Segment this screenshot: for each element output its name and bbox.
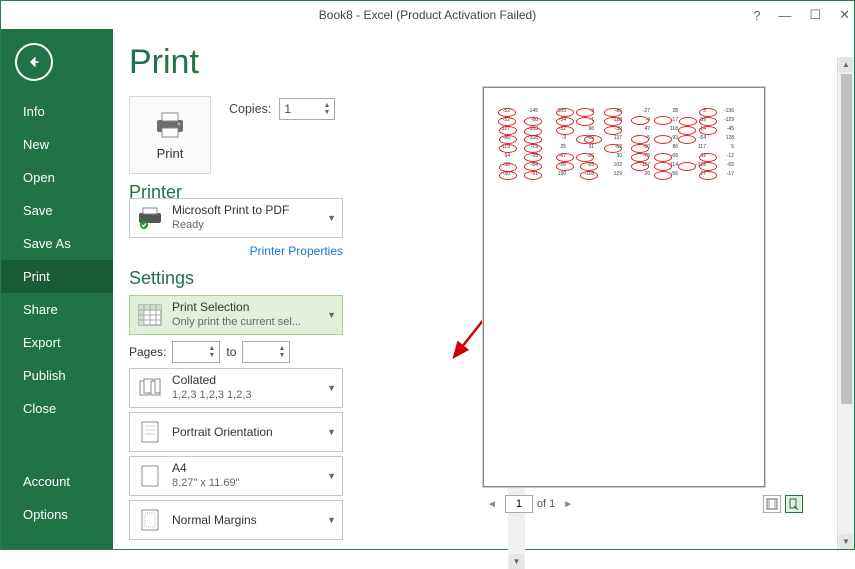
print-button-label: Print [157, 146, 184, 161]
pages-from-input[interactable]: ▲▼ [172, 341, 220, 363]
printer-status: Ready [172, 218, 289, 233]
preview-scrollbar[interactable]: ▲ ▼ [837, 57, 854, 549]
orientation-title: Portrait Orientation [172, 425, 273, 440]
show-margins-button[interactable] [763, 495, 781, 513]
margins-title: Normal Margins [172, 513, 257, 528]
printer-name: Microsoft Print to PDF [172, 203, 289, 218]
margins-icon [766, 498, 778, 510]
back-arrow-icon [25, 53, 43, 71]
spin-down-icon[interactable]: ▼ [278, 352, 285, 359]
back-button[interactable] [15, 43, 53, 81]
collate-title: Collated [172, 373, 252, 388]
printer-icon [153, 110, 187, 140]
paper-size-selector[interactable]: A4 8.27" x 11.69" ▼ [129, 456, 343, 496]
pages-label: Pages: [129, 345, 166, 359]
print-button[interactable]: Print [129, 96, 211, 174]
collate-icon [136, 374, 164, 402]
page-icon [136, 462, 164, 490]
chevron-down-icon: ▼ [327, 427, 336, 437]
sheet-selection-icon [136, 301, 164, 329]
orientation-selector[interactable]: Portrait Orientation ▼ [129, 412, 343, 452]
copies-input[interactable]: 1 ▲▼ [279, 98, 335, 120]
pages-to-label: to [226, 345, 236, 359]
paper-title: A4 [172, 461, 240, 476]
page-navigator: ◄ of 1 ► [483, 495, 577, 513]
sidebar-item-options[interactable]: Options [1, 498, 113, 531]
spin-down-icon[interactable]: ▼ [208, 352, 215, 359]
sidebar-item-export[interactable]: Export [1, 326, 113, 359]
print-area-sub: Only print the current sel... [172, 315, 301, 330]
scroll-up-icon[interactable]: ▲ [839, 57, 854, 72]
zoom-to-page-button[interactable] [785, 495, 803, 513]
current-page-input[interactable] [505, 495, 533, 513]
prev-page-icon[interactable]: ◄ [483, 499, 501, 510]
copies-label: Copies: [229, 102, 271, 116]
margins-icon [136, 506, 164, 534]
scroll-down-icon[interactable]: ▼ [509, 554, 524, 569]
collate-selector[interactable]: Collated 1,2,3 1,2,3 1,2,3 ▼ [129, 368, 343, 408]
close-icon[interactable]: ✕ [839, 7, 850, 23]
pages-to-input[interactable]: ▲▼ [242, 341, 290, 363]
zoom-page-icon [788, 498, 800, 510]
settings-header: Settings [129, 268, 413, 289]
help-icon[interactable]: ? [753, 8, 760, 23]
sidebar-item-share[interactable]: Share [1, 293, 113, 326]
spin-up-icon[interactable]: ▲ [208, 345, 215, 352]
print-area-title: Print Selection [172, 300, 301, 315]
scrollbar-thumb[interactable] [841, 74, 852, 404]
minimize-icon[interactable]: — [778, 8, 791, 23]
total-pages-label: of 1 [537, 498, 555, 510]
sidebar-item-new[interactable]: New [1, 128, 113, 161]
paper-sub: 8.27" x 11.69" [172, 476, 240, 491]
printer-properties-link[interactable]: Printer Properties [129, 244, 343, 258]
spin-down-icon[interactable]: ▼ [323, 109, 330, 116]
next-page-icon[interactable]: ► [559, 499, 577, 510]
chevron-down-icon: ▼ [327, 383, 336, 393]
printer-status-icon [136, 204, 164, 232]
sidebar-item-save[interactable]: Save [1, 194, 113, 227]
window-title: Book8 - Excel (Product Activation Failed… [319, 8, 536, 22]
chevron-down-icon: ▼ [327, 471, 336, 481]
sidebar-item-open[interactable]: Open [1, 161, 113, 194]
collate-sub: 1,2,3 1,2,3 1,2,3 [172, 388, 252, 403]
print-preview-page: -52-145105-3-86-27285-136 -52-80-34-1-12… [483, 87, 765, 487]
printer-selector[interactable]: Microsoft Print to PDF Ready ▼ [129, 198, 343, 238]
printer-header-partial: Printer [129, 182, 413, 198]
page-title: Print [129, 43, 413, 82]
spin-up-icon[interactable]: ▲ [323, 102, 330, 109]
titlebar: Book8 - Excel (Product Activation Failed… [1, 1, 854, 29]
sidebar-item-close[interactable]: Close [1, 392, 113, 425]
sidebar-item-info[interactable]: Info [1, 95, 113, 128]
sidebar-item-publish[interactable]: Publish [1, 359, 113, 392]
print-area-selector[interactable]: Print Selection Only print the current s… [129, 295, 343, 335]
portrait-icon [136, 418, 164, 446]
maximize-icon[interactable]: ☐ [809, 7, 821, 23]
chevron-down-icon: ▼ [327, 515, 336, 525]
scroll-down-icon[interactable]: ▼ [839, 534, 854, 549]
sidebar-item-print[interactable]: Print [1, 260, 113, 293]
margins-selector[interactable]: Normal Margins ▼ [129, 500, 343, 540]
spin-up-icon[interactable]: ▲ [278, 345, 285, 352]
copies-value: 1 [284, 102, 291, 116]
chevron-down-icon: ▼ [327, 213, 336, 223]
sidebar-item-save-as[interactable]: Save As [1, 227, 113, 260]
chevron-down-icon: ▼ [327, 310, 336, 320]
backstage-sidebar: Info New Open Save Save As Print Share E… [1, 29, 113, 549]
sidebar-item-account[interactable]: Account [1, 465, 113, 498]
